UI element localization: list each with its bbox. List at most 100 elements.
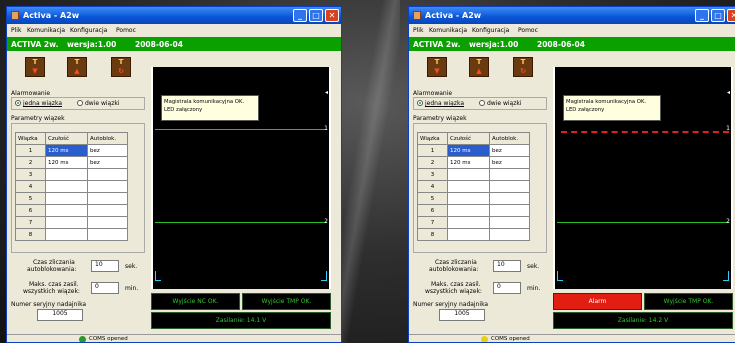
sensitivity-cell[interactable]: 120 ms (45, 144, 88, 157)
autoblock-cell[interactable] (489, 216, 530, 229)
table-row[interactable]: 8 (417, 228, 530, 241)
close-button[interactable]: ✕ (325, 9, 339, 22)
menu-plik[interactable]: Plik (11, 27, 21, 34)
radio-one-beam-label[interactable]: jedna wiązka (23, 100, 62, 107)
table-row[interactable]: 7 (15, 216, 128, 229)
title-bar: Activa - A2w _ □ ✕ (409, 7, 735, 24)
serial-number-field[interactable]: 1005 (37, 309, 83, 321)
autoblock-cell[interactable] (489, 228, 530, 241)
radio-two-beams-label[interactable]: dwie wiązki (85, 100, 120, 107)
sensitivity-cell[interactable]: 120 ms (447, 144, 490, 157)
menu-plik[interactable]: Plik (413, 27, 423, 34)
minimize-button[interactable]: _ (293, 9, 307, 22)
autoblock-cell[interactable] (87, 216, 128, 229)
sensitivity-cell[interactable] (447, 204, 490, 217)
table-row[interactable]: 5 (417, 192, 530, 205)
beam-1-marker: 1 (726, 125, 730, 132)
radio-one-beam-label[interactable]: jedna wiązka (425, 100, 464, 107)
sensitivity-cell[interactable] (45, 228, 88, 241)
radio-two-beams[interactable] (479, 100, 485, 106)
autoblock-cell[interactable]: bez (489, 144, 530, 157)
table-row[interactable]: 6 (417, 204, 530, 217)
table-row[interactable]: 5 (15, 192, 128, 205)
table-row[interactable]: 4 (15, 180, 128, 193)
table-row[interactable]: 3 (15, 168, 128, 181)
menu-pomoc[interactable]: Pomoc (116, 27, 136, 34)
refresh-icon: ↻ (520, 67, 526, 75)
maximize-button[interactable]: □ (309, 9, 323, 22)
radio-two-beams[interactable] (77, 100, 83, 106)
tool-down-button[interactable]: T ▼ (427, 57, 447, 77)
table-row[interactable]: 4 (417, 180, 530, 193)
beam-1-marker: 1 (324, 125, 328, 132)
sensitivity-cell[interactable]: 120 ms (45, 156, 88, 169)
autoblock-cell[interactable] (87, 168, 128, 181)
menu-konfiguracja[interactable]: Konfiguracja (472, 27, 509, 34)
sensitivity-cell[interactable] (45, 216, 88, 229)
sensitivity-cell[interactable] (45, 204, 88, 217)
max-time-label-2: wszystkich wiązek: (425, 288, 482, 295)
table-row[interactable]: 1 120 ms bez (417, 144, 530, 157)
close-button[interactable]: ✕ (727, 9, 735, 22)
autoblock-cell[interactable] (87, 204, 128, 217)
autoblock-cell[interactable] (87, 228, 128, 241)
count-time-input[interactable]: 10 (91, 260, 119, 272)
autoblock-cell[interactable]: bez (489, 156, 530, 169)
menu-komunikacja[interactable]: Komunikacja (429, 27, 467, 34)
sensitivity-cell[interactable] (447, 180, 490, 193)
connection-icon (481, 336, 488, 342)
row-number: 5 (15, 192, 46, 205)
menu-pomoc[interactable]: Pomoc (518, 27, 538, 34)
tool-refresh-button[interactable]: T ↻ (111, 57, 131, 77)
row-number: 6 (15, 204, 46, 217)
autoblock-cell[interactable]: bez (87, 156, 128, 169)
radio-one-beam[interactable] (417, 100, 423, 106)
alarm-group-label: Alarmowanie (11, 90, 51, 97)
max-time-input[interactable]: 0 (91, 282, 119, 294)
table-row[interactable]: 7 (417, 216, 530, 229)
table-row[interactable]: 1 120 ms bez (15, 144, 128, 157)
maximize-button[interactable]: □ (711, 9, 725, 22)
serial-number-field[interactable]: 1005 (439, 309, 485, 321)
count-time-unit: sek. (527, 263, 540, 270)
radio-one-beam[interactable] (15, 100, 21, 106)
tool-up-button[interactable]: T ▲ (67, 57, 87, 77)
sensitivity-cell[interactable] (45, 192, 88, 205)
table-row[interactable]: 2 120 ms bez (15, 156, 128, 169)
autoblock-cell[interactable] (489, 204, 530, 217)
autoblock-cell[interactable] (489, 180, 530, 193)
sensitivity-cell[interactable] (447, 228, 490, 241)
autoblock-cell[interactable] (87, 192, 128, 205)
autoblock-cell[interactable] (87, 180, 128, 193)
arrow-up-icon: ▲ (476, 67, 482, 75)
count-time-input[interactable]: 10 (493, 260, 521, 272)
minimize-button[interactable]: _ (695, 9, 709, 22)
table-row[interactable]: 3 (417, 168, 530, 181)
menu-bar: Plik Komunikacja Konfiguracja Pomoc (409, 25, 735, 36)
table-row[interactable]: 8 (15, 228, 128, 241)
menu-konfiguracja[interactable]: Konfiguracja (70, 27, 107, 34)
sensitivity-cell[interactable]: 120 ms (447, 156, 490, 169)
sensitivity-cell[interactable] (447, 216, 490, 229)
sensitivity-cell[interactable] (447, 168, 490, 181)
device-name: ACTIVA 2w. (11, 40, 59, 49)
tool-down-button[interactable]: T ▼ (25, 57, 45, 77)
tool-refresh-button[interactable]: T ↻ (513, 57, 533, 77)
sensitivity-cell[interactable] (447, 192, 490, 205)
row-number: 4 (417, 180, 448, 193)
scope-top-marker: ◂ (324, 89, 328, 96)
sensitivity-cell[interactable] (45, 168, 88, 181)
tool-up-button[interactable]: T ▲ (469, 57, 489, 77)
autoblock-cell[interactable] (489, 192, 530, 205)
table-row[interactable]: 6 (15, 204, 128, 217)
sensitivity-cell[interactable] (45, 180, 88, 193)
autoblock-cell[interactable]: bez (87, 144, 128, 157)
radio-two-beams-label[interactable]: dwie wiązki (487, 100, 522, 107)
scope-corner-right (723, 271, 729, 281)
menu-komunikacja[interactable]: Komunikacja (27, 27, 65, 34)
table-row[interactable]: 2 120 ms bez (417, 156, 530, 169)
status-bar: COMS opened (7, 334, 341, 342)
max-time-input[interactable]: 0 (493, 282, 521, 294)
autoblock-cell[interactable] (489, 168, 530, 181)
device-version: wersja:1.00 (469, 40, 519, 49)
